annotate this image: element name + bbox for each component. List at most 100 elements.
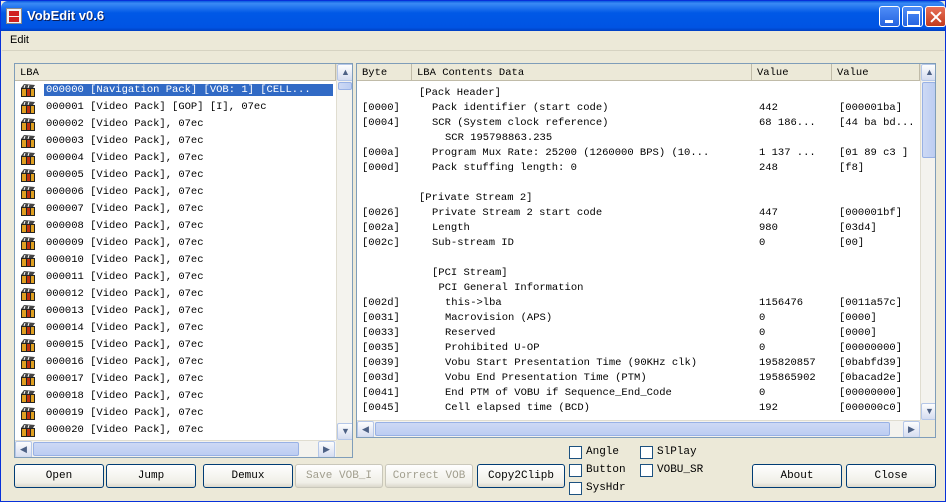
lba-list-item[interactable]: 000010 [Video Pack], 07ec <box>15 252 336 269</box>
close-button[interactable]: Close <box>846 464 936 488</box>
lba-list-item[interactable]: 000012 [Video Pack], 07ec <box>15 286 336 303</box>
lba-list-item[interactable]: 000007 [Video Pack], 07ec <box>15 201 336 218</box>
lba-column-header[interactable]: LBA <box>15 64 336 81</box>
lba-list-item[interactable]: 000015 [Video Pack], 07ec <box>15 337 336 354</box>
copy2clip-button[interactable]: Copy2Clipb <box>477 464 565 488</box>
lba-list-item[interactable]: 000008 [Video Pack], 07ec <box>15 218 336 235</box>
lba-contents-panel[interactable]: Byte LBA Contents Data Value Value [Pack… <box>356 63 936 438</box>
save-vob-button[interactable]: Save VOB_I <box>295 464 383 488</box>
contents-row[interactable]: PCI General Information <box>357 280 920 295</box>
lba-list[interactable]: 000000 [Navigation Pack] [VOB: 1] [CELL.… <box>15 82 336 442</box>
scroll-left-icon[interactable]: ◀ <box>15 441 32 457</box>
contents-row[interactable]: [000d] Pack stuffing length: 0 248 [f8] <box>357 160 920 175</box>
lba-vertical-scrollbar[interactable]: ▲ ▼ <box>336 64 352 440</box>
scroll-right-icon[interactable]: ▶ <box>318 441 335 457</box>
contents-row[interactable]: [0035] Prohibited U-OP 0 [00000000] <box>357 340 920 355</box>
lba-list-item[interactable]: 000000 [Navigation Pack] [VOB: 1] [CELL.… <box>15 82 336 99</box>
contents-row[interactable]: [0004] SCR (System clock reference) 68 186… <box>357 115 920 130</box>
lba-list-item[interactable]: 000014 [Video Pack], 07ec <box>15 320 336 337</box>
maximize-button[interactable] <box>902 6 923 27</box>
contents-row[interactable]: [003d] Vobu End Presentation Time (PTM) 19… <box>357 370 920 385</box>
scroll-left-icon[interactable]: ◀ <box>357 421 374 437</box>
lba-item-text: 000004 [Video Pack], 07ec <box>46 152 204 164</box>
lba-list-item[interactable]: 000020 [Video Pack], 07ec <box>15 422 336 439</box>
lba-item-text: 000020 [Video Pack], 07ec <box>46 424 204 436</box>
checkbox-box[interactable] <box>569 464 582 477</box>
contents-horizontal-scrollbar[interactable]: ◀ ▶ <box>357 420 920 437</box>
correct-vob-button[interactable]: Correct VOB <box>385 464 473 488</box>
lba-list-panel[interactable]: LBA 000000 [Navigation Pack] [VOB: 1] [C… <box>14 63 353 458</box>
film-clapper-icon <box>21 305 35 318</box>
lba-list-item[interactable]: 000017 [Video Pack], 07ec <box>15 371 336 388</box>
byte-column-header[interactable]: Byte <box>357 64 412 81</box>
lba-list-item[interactable]: 000002 [Video Pack], 07ec <box>15 116 336 133</box>
contents-row[interactable]: [0041] End PTM of VOBU if Sequence_End_Co… <box>357 385 920 400</box>
contents-column-header[interactable]: LBA Contents Data <box>412 64 752 81</box>
contents-row[interactable]: [0039] Vobu Start Presentation Time (90KH… <box>357 355 920 370</box>
lba-item-text: 000000 [Navigation Pack] [VOB: 1] [CELL.… <box>44 84 333 96</box>
contents-row[interactable] <box>357 175 920 190</box>
contents-row[interactable]: [0033] Reserved 0 [0000] <box>357 325 920 340</box>
contents-text: SCR 195798863.235 <box>445 132 553 144</box>
contents-scroll-thumb[interactable] <box>922 82 935 158</box>
contents-row[interactable]: [PCI Stream] <box>357 265 920 280</box>
lba-item-text: 000011 [Video Pack], 07ec <box>46 271 204 283</box>
contents-row[interactable] <box>357 250 920 265</box>
contents-row[interactable]: [002a] Length 980 [03d4] <box>357 220 920 235</box>
lba-list-item[interactable]: 000013 [Video Pack], 07ec <box>15 303 336 320</box>
contents-row[interactable]: SCR 195798863.235 <box>357 130 920 145</box>
title-bar[interactable]: VobEdit v0.6 <box>1 1 946 31</box>
demux-button[interactable]: Demux <box>203 464 293 488</box>
lba-hscroll-thumb[interactable] <box>33 442 299 456</box>
app-icon[interactable] <box>6 8 22 24</box>
contents-row[interactable]: [Private Stream 2] <box>357 190 920 205</box>
lba-list-item[interactable]: 000019 [Video Pack], 07ec <box>15 405 336 422</box>
contents-row[interactable]: [Pack Header] <box>357 85 920 100</box>
checkbox-box[interactable] <box>569 446 582 459</box>
scroll-up-icon[interactable]: ▲ <box>337 64 352 81</box>
vobu-sr-checkbox[interactable]: VOBU_SR <box>640 464 712 478</box>
scroll-down-icon[interactable]: ▼ <box>921 403 935 420</box>
film-clapper-icon <box>21 271 35 284</box>
film-clapper-icon <box>21 152 35 165</box>
film-clapper-icon <box>21 203 35 216</box>
lba-list-item[interactable]: 000005 [Video Pack], 07ec <box>15 167 336 184</box>
minimize-button[interactable] <box>879 6 900 27</box>
lba-list-item[interactable]: 000018 [Video Pack], 07ec <box>15 388 336 405</box>
contents-row[interactable]: [0000] Pack identifier (start code) 442 [00… <box>357 100 920 115</box>
scroll-up-icon[interactable]: ▲ <box>921 64 935 81</box>
value-decimal: 0 <box>759 387 766 399</box>
contents-row[interactable]: [002d] this->lba 1156476 [0011a57c] <box>357 295 920 310</box>
value-hex-column-header[interactable]: Value <box>832 64 920 81</box>
lba-list-item[interactable]: 000001 [Video Pack] [GOP] [I], 07ec <box>15 99 336 116</box>
lba-list-item[interactable]: 000009 [Video Pack], 07ec <box>15 235 336 252</box>
value-column-header[interactable]: Value <box>752 64 832 81</box>
jump-button[interactable]: Jump <box>106 464 196 488</box>
lba-scroll-thumb[interactable] <box>338 82 352 90</box>
contents-row[interactable]: [0045] Cell elapsed time (BCD) 192 [000000c… <box>357 400 920 415</box>
contents-row[interactable]: [002c] Sub-stream ID 0 [00] <box>357 235 920 250</box>
contents-row[interactable]: [000a] Program Mux Rate: 25200 (1260000 B… <box>357 145 920 160</box>
about-button[interactable]: About <box>752 464 842 488</box>
value-decimal: 248 <box>759 162 778 174</box>
contents-hscroll-thumb[interactable] <box>375 422 890 436</box>
contents-text: Sub-stream ID <box>432 237 514 249</box>
scroll-right-icon[interactable]: ▶ <box>903 421 920 437</box>
contents-vertical-scrollbar[interactable]: ▲ ▼ <box>920 64 935 420</box>
lba-list-item[interactable]: 000006 [Video Pack], 07ec <box>15 184 336 201</box>
lba-list-item[interactable]: 000004 [Video Pack], 07ec <box>15 150 336 167</box>
checkbox-box[interactable] <box>640 446 653 459</box>
scroll-down-icon[interactable]: ▼ <box>337 423 352 440</box>
lba-list-item[interactable]: 000016 [Video Pack], 07ec <box>15 354 336 371</box>
checkbox-box[interactable] <box>569 482 582 495</box>
open-button[interactable]: Open <box>14 464 104 488</box>
lba-horizontal-scrollbar[interactable]: ◀ ▶ <box>15 440 336 457</box>
checkbox-box[interactable] <box>640 464 653 477</box>
lba-list-item[interactable]: 000011 [Video Pack], 07ec <box>15 269 336 286</box>
menu-edit[interactable]: Edit <box>10 34 29 46</box>
close-window-button[interactable] <box>925 6 946 27</box>
contents-row[interactable]: [0031] Macrovision (APS) 0 [0000] <box>357 310 920 325</box>
contents-data-area[interactable]: [Pack Header] [0000] Pack identifier (star… <box>357 82 920 422</box>
contents-row[interactable]: [0026] Private Stream 2 start code 447 [000… <box>357 205 920 220</box>
lba-list-item[interactable]: 000003 [Video Pack], 07ec <box>15 133 336 150</box>
